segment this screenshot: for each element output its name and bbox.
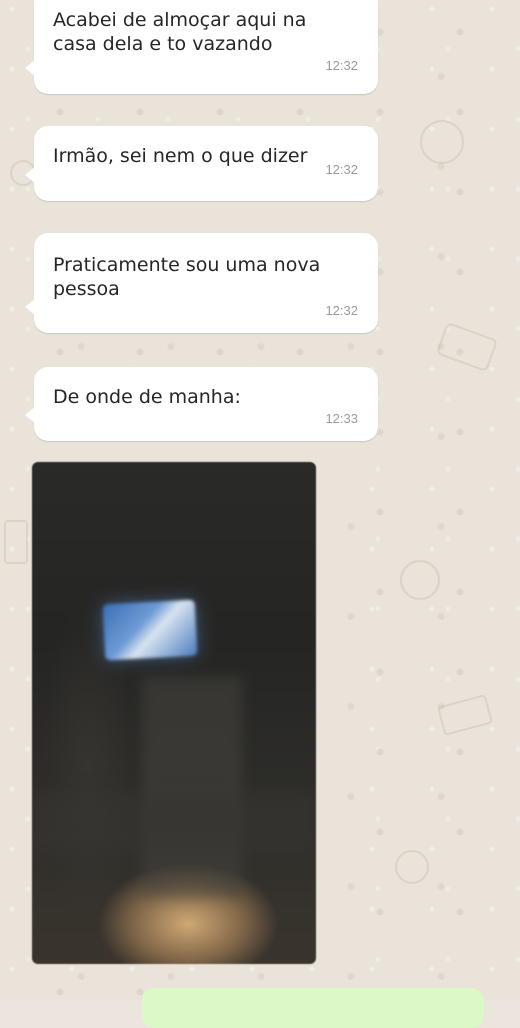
message-text: De onde de manha:	[53, 386, 241, 408]
bubble-tail	[25, 299, 35, 315]
message-timestamp: 12:32	[325, 58, 358, 73]
message-bubble[interactable]: Praticamente sou uma nova pessoa 12:32	[25, 233, 378, 333]
outgoing-message-bubble[interactable]	[142, 988, 484, 1028]
doodle-circle	[400, 560, 440, 600]
message-bubble[interactable]: Irmão, sei nem o que dizer 12:32	[25, 126, 378, 201]
message-timestamp: 12:32	[325, 303, 358, 318]
bubble-tail	[25, 407, 35, 423]
message-bubble[interactable]: De onde de manha: 12:33	[25, 367, 378, 441]
message-text: Acabei de almoçar aqui na casa dela e to…	[53, 9, 307, 55]
message-timestamp: 12:33	[325, 411, 358, 426]
photo-shadow	[142, 677, 242, 897]
doodle-rect	[436, 694, 494, 736]
image-message[interactable]	[32, 462, 316, 964]
doodle-circle	[395, 850, 429, 884]
bubble-tail	[25, 60, 35, 76]
doodle-circle	[420, 120, 464, 164]
photo-tv-screen	[102, 599, 198, 661]
bubble-tail	[25, 167, 35, 183]
photo-shadow	[32, 792, 316, 852]
doodle-rect	[4, 520, 28, 564]
message-text: Praticamente sou uma nova pessoa	[53, 254, 321, 300]
doodle-rect	[435, 321, 499, 373]
message-bubble[interactable]: Acabei de almoçar aqui na casa dela e to…	[25, 0, 378, 94]
